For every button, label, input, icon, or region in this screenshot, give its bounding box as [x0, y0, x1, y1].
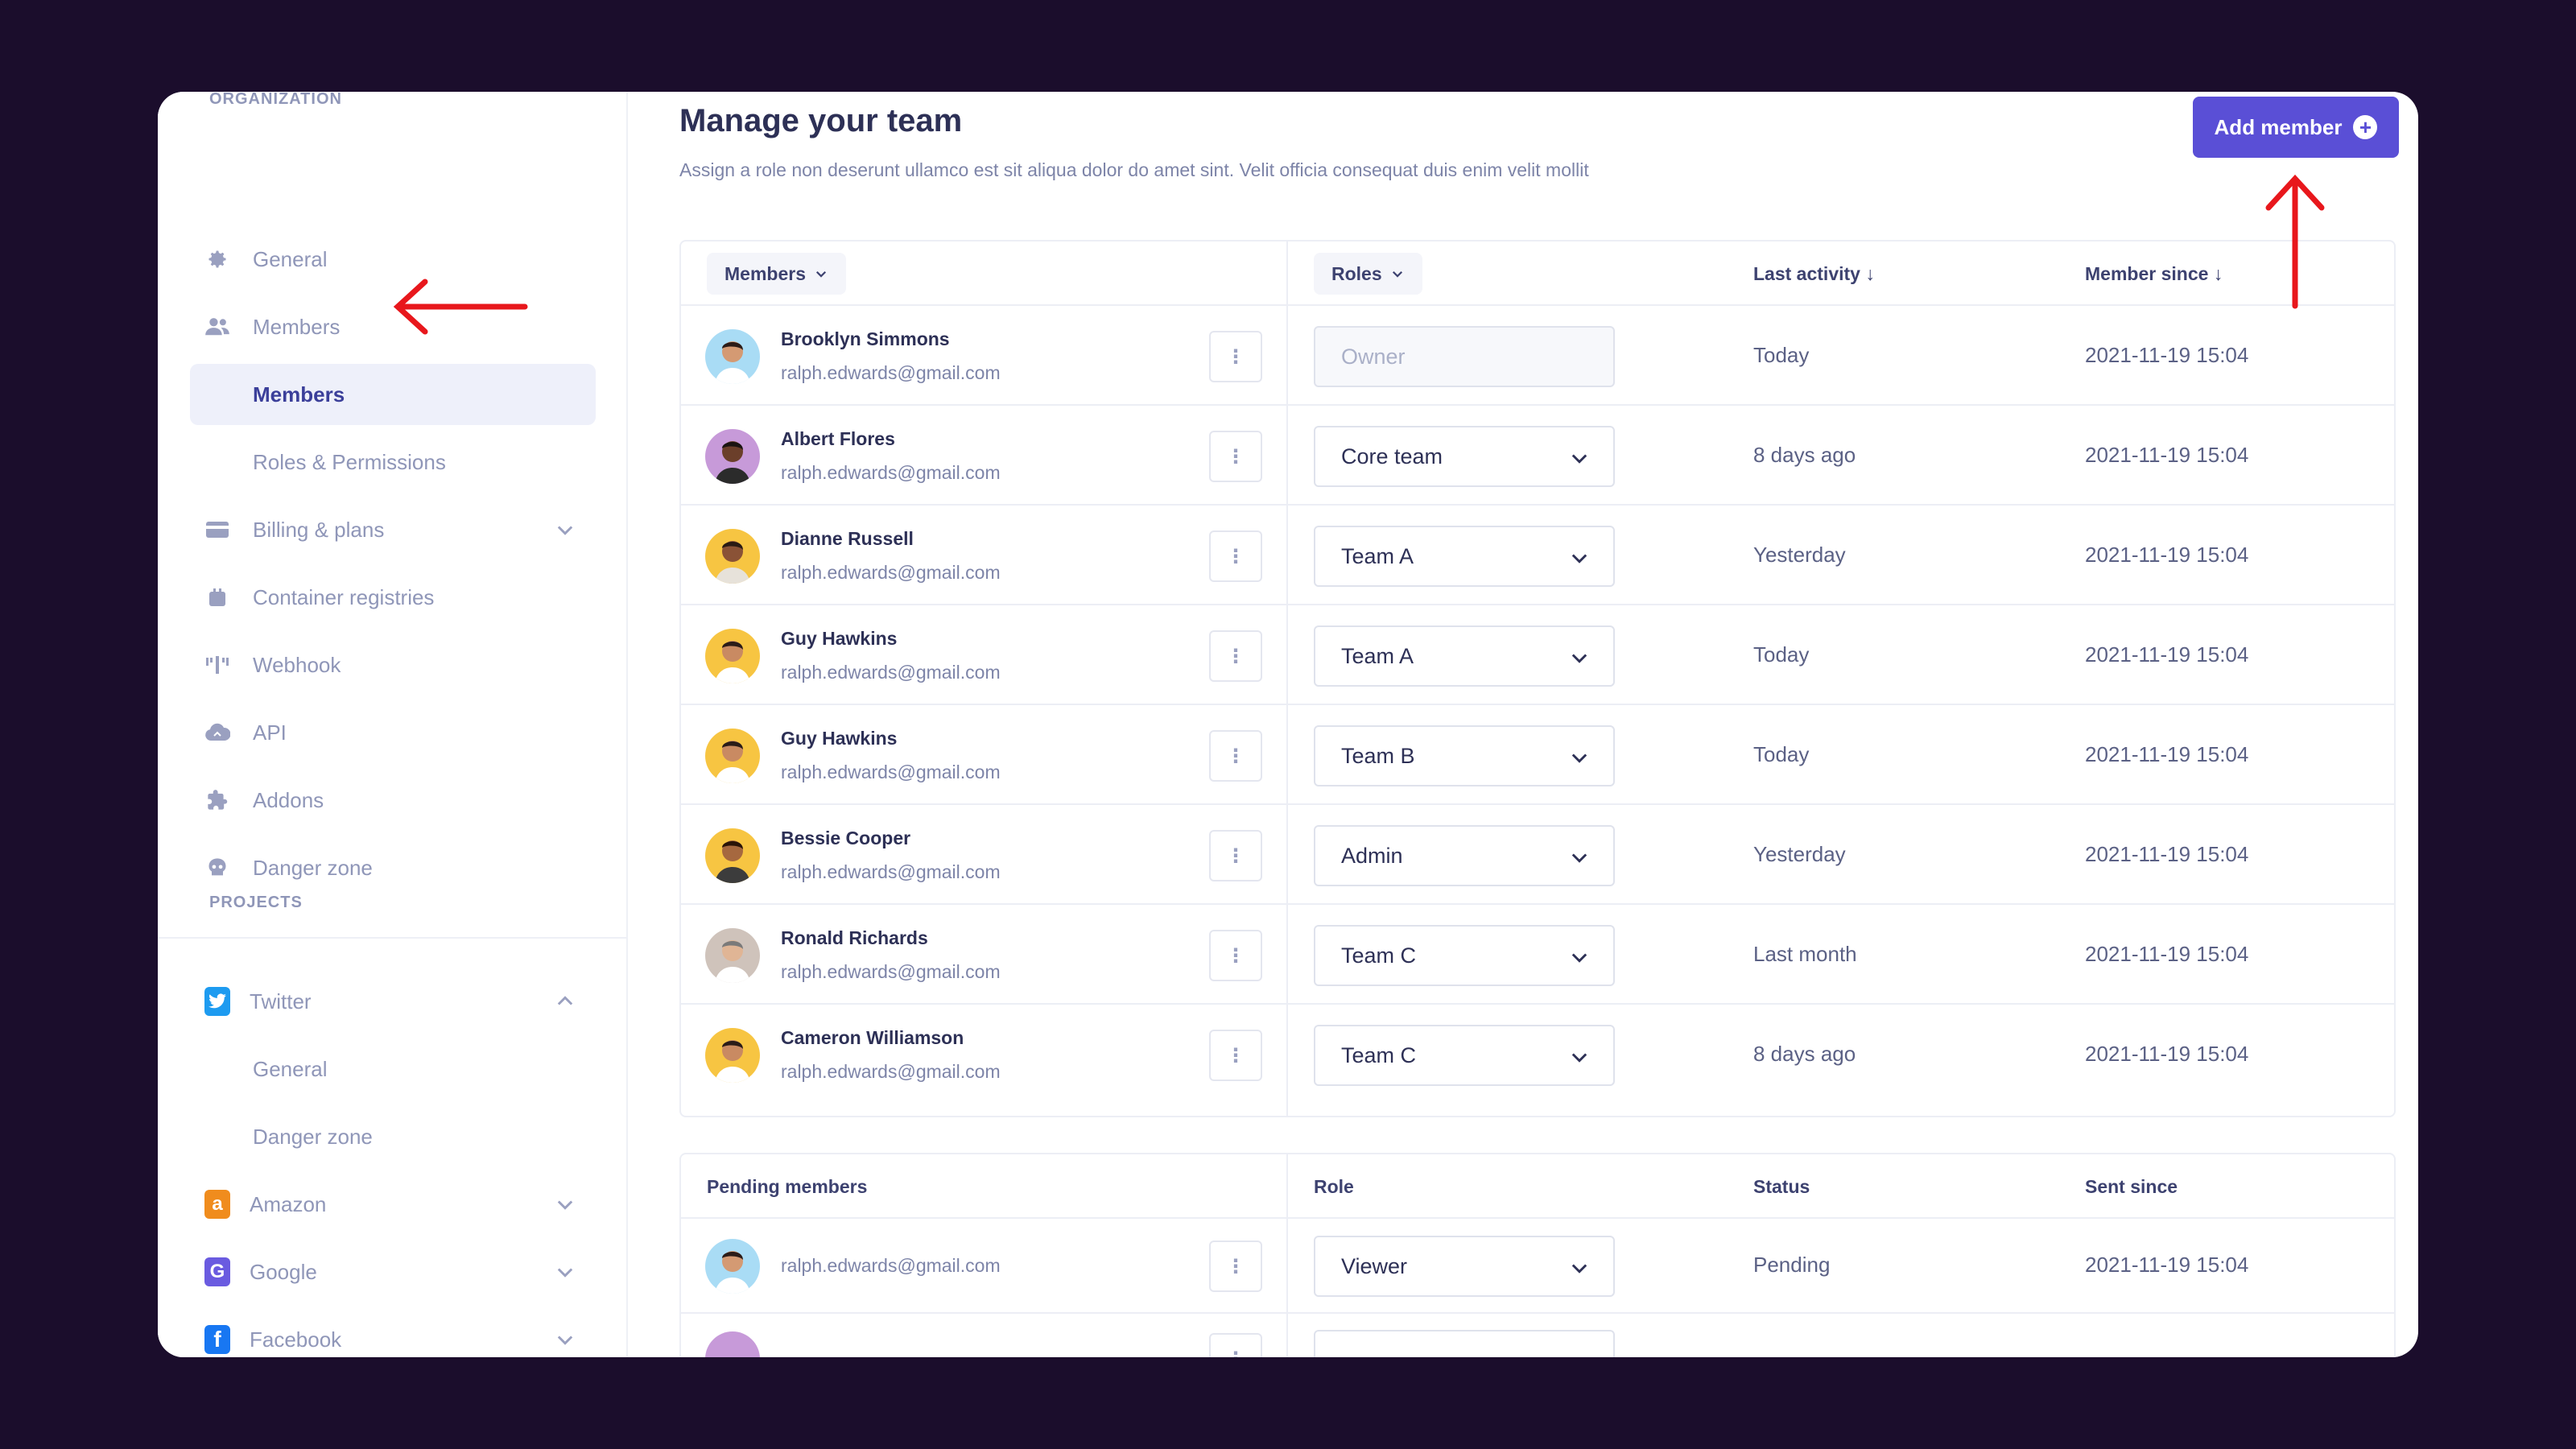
annotation-arrow-left	[393, 279, 528, 335]
annotation-arrow-up	[2265, 174, 2325, 309]
annotation-layer	[393, 174, 2325, 335]
